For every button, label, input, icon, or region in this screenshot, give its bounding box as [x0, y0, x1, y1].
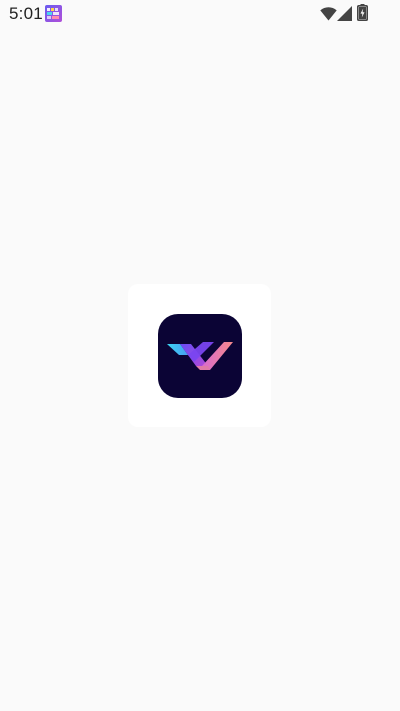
splash-screen: 5:01 — [0, 0, 400, 711]
status-bar: 5:01 — [0, 0, 400, 28]
app-notification-icon — [45, 5, 62, 22]
status-time: 5:01 — [9, 4, 43, 23]
wifi-icon — [320, 7, 337, 21]
app-logo-icon — [158, 314, 242, 398]
cellular-signal-icon — [337, 6, 352, 21]
splash-card — [128, 284, 271, 427]
battery-charging-icon — [357, 4, 368, 21]
